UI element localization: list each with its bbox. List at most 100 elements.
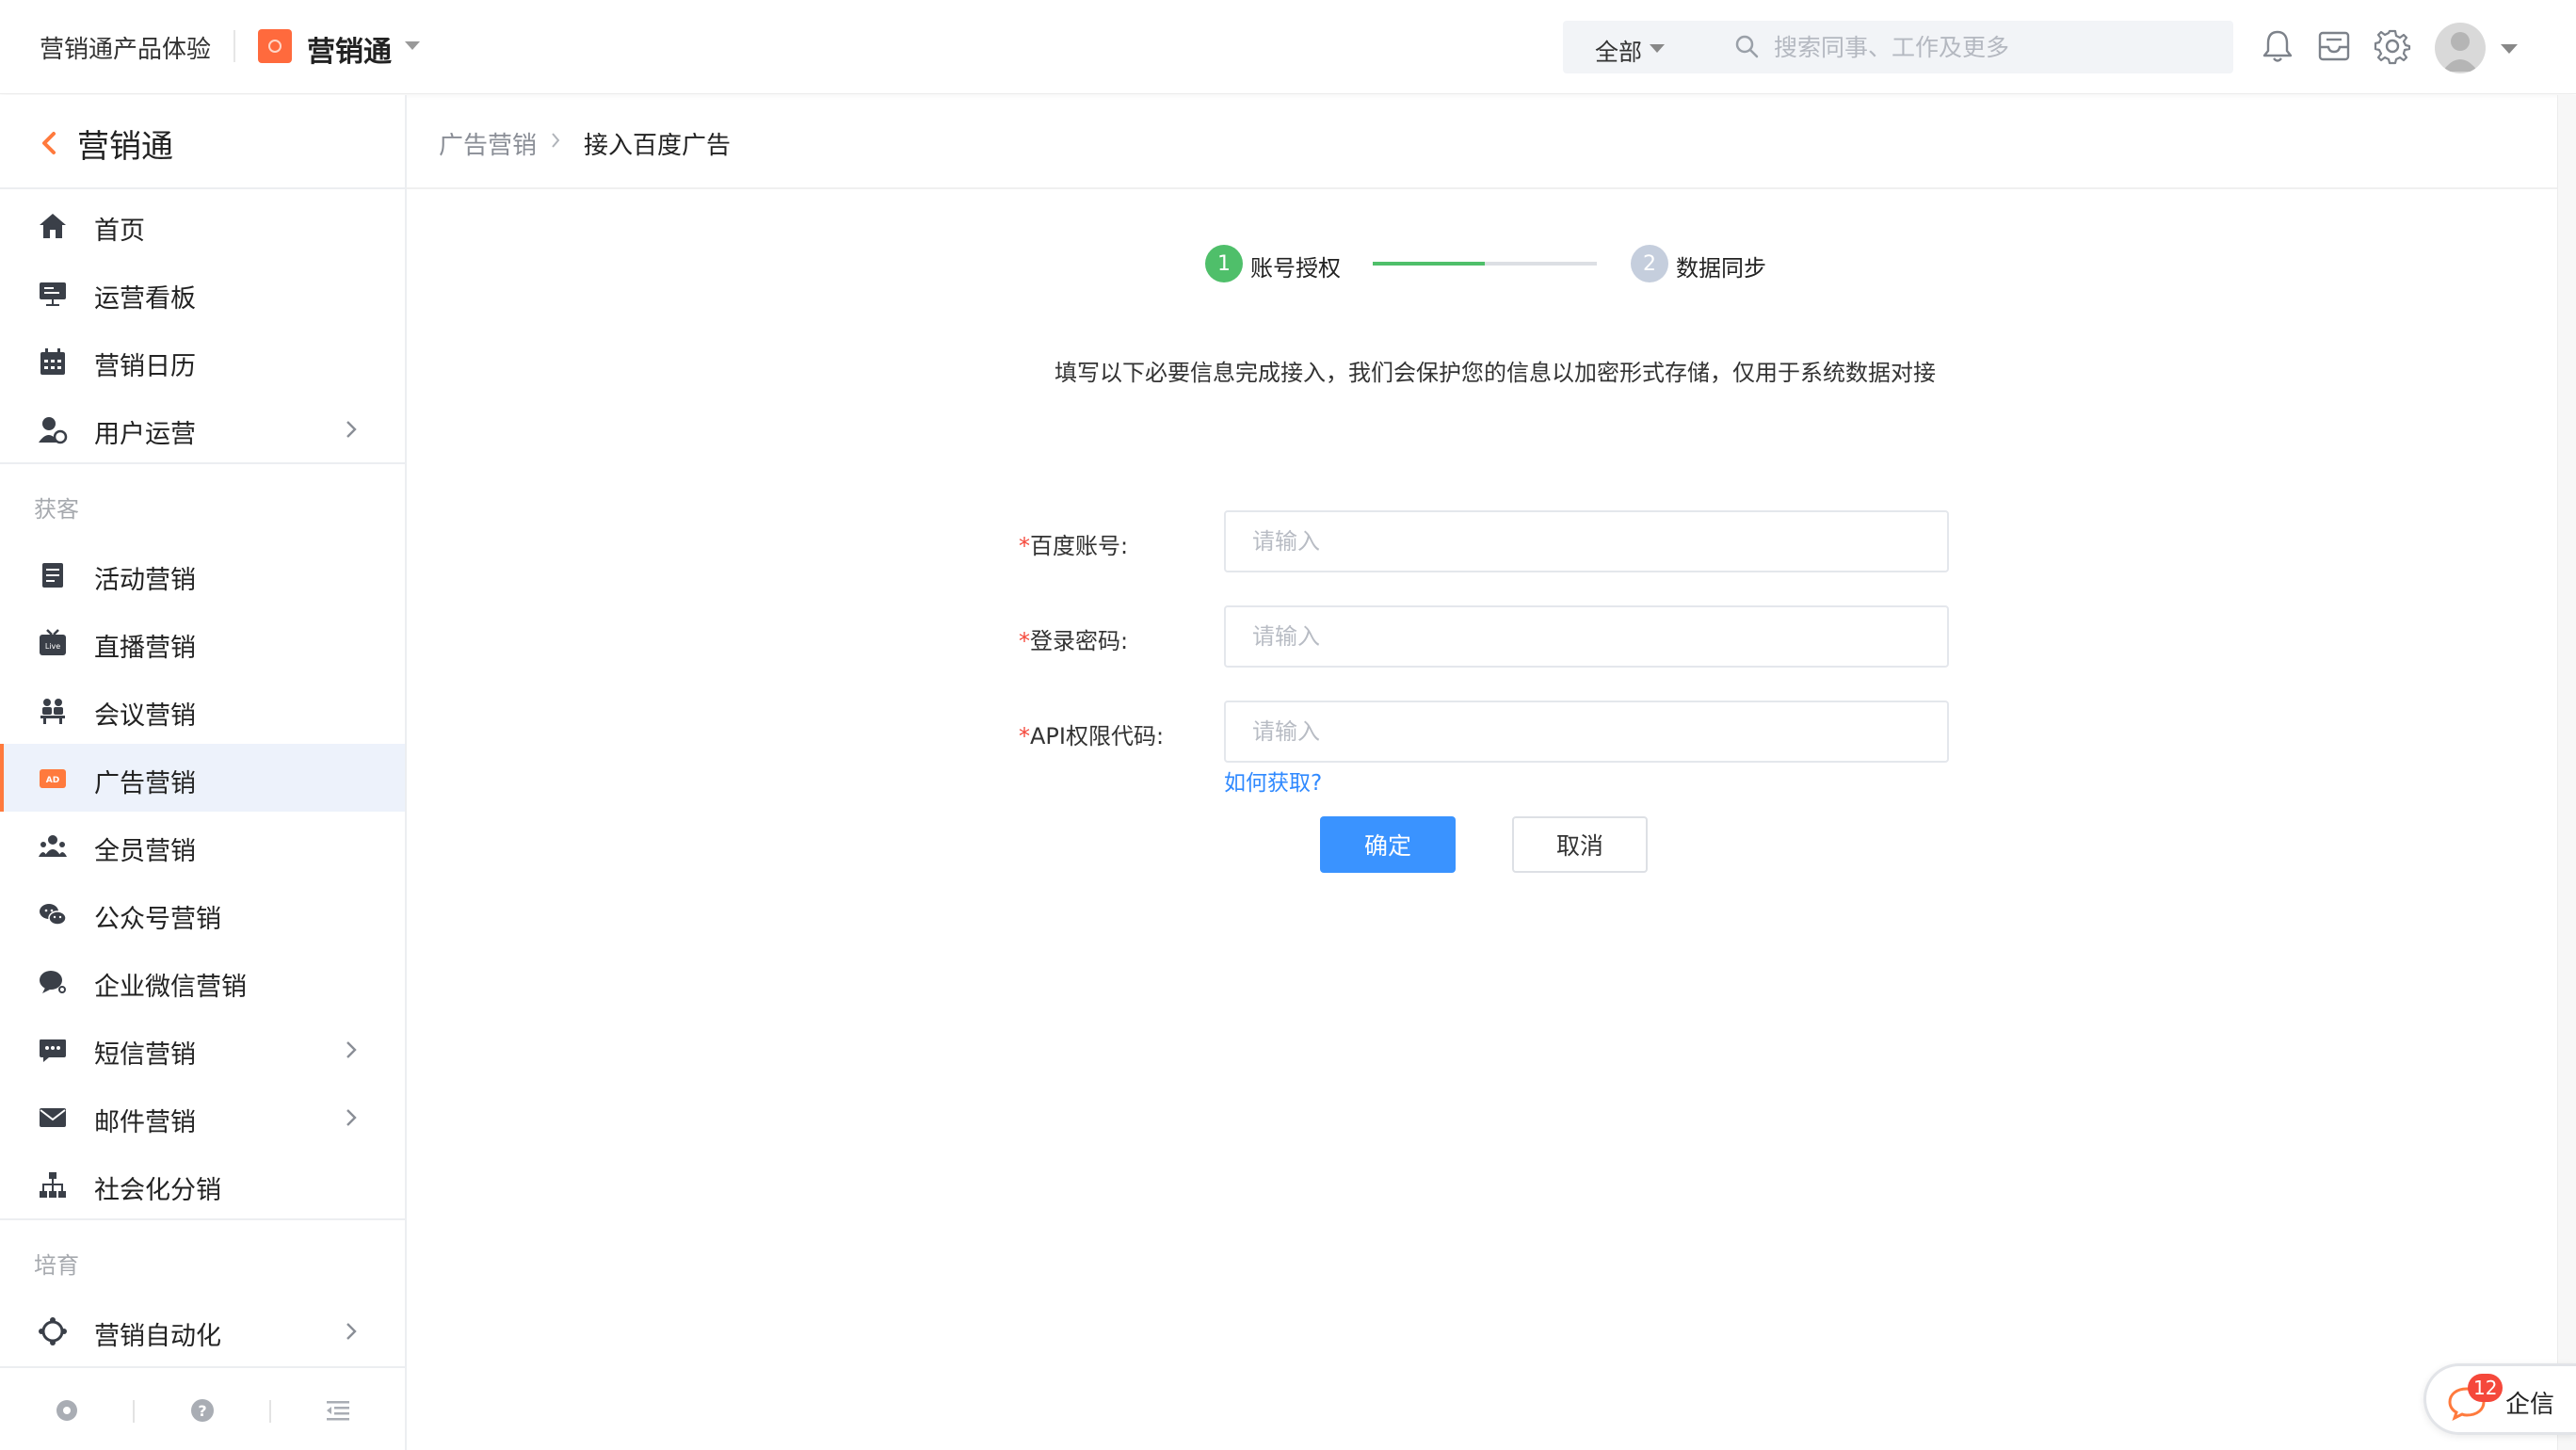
sidebar-item-label: 公众号营销	[94, 905, 221, 934]
team-icon	[39, 835, 67, 857]
chevron-right-icon	[552, 133, 560, 148]
confirm-button[interactable]: 确定	[1320, 816, 1456, 873]
sidebar-item-label: 运营看板	[94, 284, 196, 314]
login-password-input[interactable]	[1224, 605, 1949, 668]
how-to-get-link[interactable]: 如何获取?	[1224, 765, 1322, 797]
sidebar-item-wechat-official[interactable]: 公众号营销	[0, 879, 405, 947]
scrollbar[interactable]	[2557, 95, 2576, 1450]
breadcrumb: 广告营销 接入百度广告	[407, 95, 2576, 189]
chat-label: 企信	[2505, 1391, 2555, 1419]
search-input[interactable]	[1774, 28, 2207, 66]
cancel-button[interactable]: 取消	[1512, 816, 1648, 873]
bell-icon[interactable]	[2258, 26, 2297, 66]
settings-icon[interactable]	[53, 1396, 81, 1425]
svg-text:Live: Live	[45, 642, 60, 651]
section-label-nurture: 培育	[34, 1252, 79, 1279]
sidebar-item-ad[interactable]: AD 广告营销	[0, 744, 405, 812]
step-progress-track	[1373, 262, 1597, 266]
sidebar-item-sms[interactable]: 短信营销	[0, 1015, 405, 1083]
chevron-down-icon[interactable]	[405, 41, 420, 50]
sidebar-item-home[interactable]: 首页	[0, 191, 405, 259]
ad-icon: AD	[40, 769, 66, 788]
sidebar-item-label: 直播营销	[94, 634, 196, 663]
svg-text:?: ?	[198, 1402, 206, 1420]
sidebar-item-live[interactable]: Live 直播营销	[0, 608, 405, 676]
api-code-input[interactable]	[1224, 701, 1949, 763]
unread-badge: 12	[2468, 1374, 2504, 1402]
sms-icon	[40, 1039, 66, 1062]
password-label: *登录密码:	[1019, 622, 1128, 655]
sidebar-item-automation[interactable]: 营销自动化	[0, 1297, 405, 1364]
sidebar-item-label: 邮件营销	[94, 1108, 196, 1137]
baidu-account-input[interactable]	[1224, 510, 1949, 572]
meeting-icon	[40, 699, 65, 724]
chevron-right-icon	[346, 1109, 357, 1126]
sidebar-item-label: 首页	[94, 217, 145, 246]
inbox-icon[interactable]	[2314, 26, 2354, 66]
back-arrow-icon[interactable]	[41, 131, 56, 155]
app-switcher[interactable]: 营销通	[307, 28, 392, 70]
sidebar: 营销通 首页 运营看板 营销日历 用户运营 获客 活动营销 Live 直播营销 …	[0, 95, 407, 1450]
required-mark: *	[1019, 533, 1030, 559]
wecom-icon	[40, 971, 66, 993]
distribution-icon	[40, 1172, 66, 1198]
calendar-icon	[40, 348, 65, 375]
password-label-text: 登录密码:	[1030, 628, 1129, 654]
chat-launcher[interactable]: 12 企信	[2423, 1363, 2576, 1435]
help-icon[interactable]: ?	[188, 1396, 217, 1425]
sidebar-item-mail[interactable]: 邮件营销	[0, 1083, 405, 1151]
required-mark: *	[1019, 723, 1030, 749]
divider	[233, 30, 235, 62]
intro-text: 填写以下必要信息完成接入，我们会保护您的信息以加密形式存储，仅用于系统数据对接	[1055, 360, 1936, 386]
chevron-down-icon[interactable]	[1650, 44, 1665, 53]
sidebar-item-distribution[interactable]: 社会化分销	[0, 1151, 405, 1218]
org-name[interactable]: 营销通产品体验	[40, 30, 211, 65]
section-label-acquire: 获客	[34, 496, 79, 523]
live-icon: Live	[40, 629, 66, 655]
api-code-label: *API权限代码:	[1019, 717, 1164, 750]
breadcrumb-parent[interactable]: 广告营销	[439, 126, 537, 161]
sidebar-item-label: 营销自动化	[94, 1322, 221, 1351]
sidebar-item-user-ops[interactable]: 用户运营	[0, 395, 405, 462]
chevron-right-icon	[346, 1323, 357, 1340]
sidebar-item-meeting[interactable]: 会议营销	[0, 676, 405, 744]
wechat-official-icon	[40, 904, 67, 926]
chevron-right-icon	[346, 1041, 357, 1058]
sidebar-item-label: 用户运营	[94, 420, 196, 449]
user-avatar[interactable]	[2435, 23, 2486, 73]
sidebar-header: 营销通	[0, 95, 405, 189]
sidebar-item-team[interactable]: 全员营销	[0, 812, 405, 879]
sidebar-footer: ?	[0, 1366, 405, 1450]
step-progress-fill	[1373, 262, 1485, 266]
chevron-right-icon	[346, 421, 357, 438]
breadcrumb-current: 接入百度广告	[584, 132, 732, 160]
account-label: *百度账号:	[1019, 527, 1128, 560]
app-logo-icon[interactable]	[258, 29, 292, 63]
gear-icon[interactable]	[2373, 26, 2412, 66]
search-scope-select[interactable]: 全部	[1595, 34, 1642, 68]
sidebar-item-label: 活动营销	[94, 566, 196, 595]
sidebar-item-wecom[interactable]: 企业微信营销	[0, 947, 405, 1015]
step-1-label: 账号授权	[1250, 255, 1341, 282]
home-icon	[40, 214, 66, 238]
user-ops-icon	[39, 417, 68, 444]
sidebar-item-label: 短信营销	[94, 1040, 196, 1070]
top-bar: 营销通产品体验 营销通 全部	[0, 0, 2576, 94]
required-mark: *	[1019, 628, 1030, 654]
dashboard-icon	[40, 282, 66, 306]
divider	[133, 1400, 135, 1423]
activity-icon	[42, 563, 63, 588]
step-2-indicator: 2	[1631, 245, 1668, 282]
sidebar-item-activity[interactable]: 活动营销	[0, 540, 405, 608]
step-2-label: 数据同步	[1676, 255, 1766, 282]
collapse-menu-icon[interactable]	[324, 1396, 352, 1425]
sidebar-item-label: 广告营销	[94, 769, 196, 798]
sidebar-item-dashboard[interactable]: 运营看板	[0, 259, 405, 327]
divider	[269, 1400, 271, 1423]
mail-icon	[40, 1108, 66, 1127]
sidebar-item-label: 会议营销	[94, 701, 196, 731]
sidebar-item-calendar[interactable]: 营销日历	[0, 327, 405, 395]
account-label-text: 百度账号:	[1030, 533, 1129, 559]
sidebar-title: 营销通	[77, 128, 173, 166]
chevron-down-icon[interactable]	[2501, 44, 2518, 54]
